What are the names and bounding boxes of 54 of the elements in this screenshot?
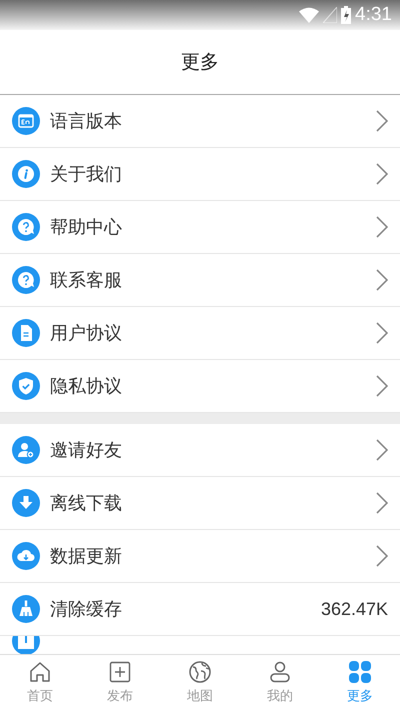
battery-icon [341,6,352,24]
tab-label: 更多 [347,688,373,705]
menu-label: 离线下载 [50,492,123,515]
chevron-icon [376,322,388,344]
tab-label: 发布 [107,688,133,705]
clock-time: 4:31 [355,4,392,26]
page-title: 更多 [181,50,219,75]
menu-row[interactable]: 清除缓存 362.47K [0,583,400,636]
chevron-icon [376,216,388,238]
menu-label: 用户协议 [50,322,123,345]
language-icon [12,107,40,135]
document-icon [12,319,40,347]
menu-label: 隐私协议 [50,375,123,398]
download-icon [12,489,40,517]
chevron-icon [376,163,388,185]
chevron-icon [376,492,388,514]
menu-row[interactable]: 关于我们 [0,148,400,201]
globe-icon [188,660,212,684]
signal-icon [323,7,338,23]
menu-row[interactable]: 用户协议 [0,307,400,360]
grid-icon [348,660,372,684]
help-icon [12,213,40,241]
menu-label: 数据更新 [50,545,123,568]
menu-row[interactable]: 数据更新 [0,530,400,583]
info-icon [12,160,40,188]
chevron-icon [376,110,388,132]
broom-icon [12,595,40,623]
add-user-icon [12,436,40,464]
menu-label: 语言版本 [50,110,123,133]
menu-label: 关于我们 [50,163,123,186]
menu-row[interactable]: 语言版本 [0,95,400,148]
wifi-icon [299,7,320,23]
menu-label: 帮助中心 [50,216,123,239]
cloud-download-icon [12,542,40,570]
home-icon [28,660,52,684]
add-icon [108,660,132,684]
shield-icon [12,372,40,400]
tab-label: 我的 [267,688,293,705]
cache-size: 362.47K [320,598,388,620]
help-icon [12,266,40,294]
chevron-icon [376,269,388,291]
menu-label: 联系客服 [50,269,123,292]
menu-label: 邀请好友 [50,439,123,462]
menu-row[interactable]: 帮助中心 [0,201,400,254]
chevron-icon [376,375,388,397]
menu-row[interactable]: 离线下载 [0,477,400,530]
menu-row[interactable]: 邀请好友 [0,424,400,477]
tab-label: 首页 [27,688,53,705]
chevron-icon [376,545,388,567]
user-icon [268,660,292,684]
menu-row[interactable]: 联系客服 [0,254,400,307]
chevron-icon [376,439,388,461]
menu-label: 清除缓存 [50,598,123,621]
tab-label: 地图 [187,688,213,705]
